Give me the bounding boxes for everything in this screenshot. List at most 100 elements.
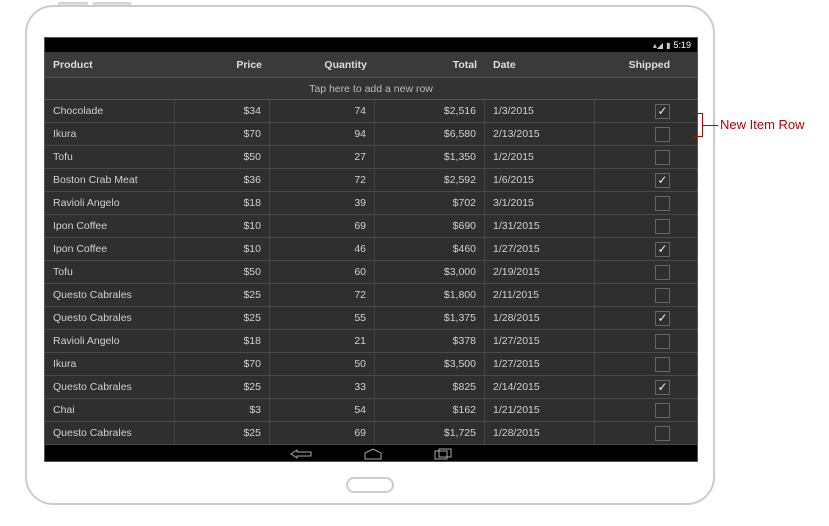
checkbox-empty-icon[interactable]: [655, 219, 670, 234]
cell-price[interactable]: $50: [175, 146, 270, 168]
cell-product[interactable]: Ravioli Angelo: [45, 330, 175, 352]
cell-price[interactable]: $10: [175, 215, 270, 237]
cell-shipped[interactable]: ✓: [595, 376, 690, 398]
cell-product[interactable]: Tofu: [45, 261, 175, 283]
cell-price[interactable]: $36: [175, 169, 270, 191]
cell-total[interactable]: $3,500: [375, 353, 485, 375]
checkmark-icon[interactable]: ✓: [655, 380, 670, 395]
cell-product[interactable]: Questo Cabrales: [45, 307, 175, 329]
cell-shipped[interactable]: [595, 123, 690, 145]
cell-price[interactable]: $70: [175, 123, 270, 145]
cell-shipped[interactable]: [595, 353, 690, 375]
cell-total[interactable]: $1,725: [375, 422, 485, 444]
table-row[interactable]: Ikura$7094$6,5802/13/2015: [45, 123, 697, 146]
cell-product[interactable]: Chai: [45, 399, 175, 421]
header-date[interactable]: Date: [485, 59, 595, 71]
cell-shipped[interactable]: [595, 192, 690, 214]
table-row[interactable]: Questo Cabrales$2533$8252/14/2015✓: [45, 376, 697, 399]
cell-date[interactable]: 1/21/2015: [485, 399, 595, 421]
cell-shipped[interactable]: [595, 422, 690, 444]
cell-date[interactable]: 2/11/2015: [485, 284, 595, 306]
table-row[interactable]: Questo Cabrales$2572$1,8002/11/2015: [45, 284, 697, 307]
cell-total[interactable]: $1,800: [375, 284, 485, 306]
checkbox-empty-icon[interactable]: [655, 334, 670, 349]
cell-price[interactable]: $25: [175, 307, 270, 329]
cell-quantity[interactable]: 27: [270, 146, 375, 168]
cell-price[interactable]: $18: [175, 192, 270, 214]
cell-quantity[interactable]: 46: [270, 238, 375, 260]
checkbox-empty-icon[interactable]: [655, 196, 670, 211]
checkmark-icon[interactable]: ✓: [655, 242, 670, 257]
cell-quantity[interactable]: 69: [270, 422, 375, 444]
table-row[interactable]: Ikura$7050$3,5001/27/2015: [45, 353, 697, 376]
cell-shipped[interactable]: ✓: [595, 238, 690, 260]
checkbox-empty-icon[interactable]: [655, 403, 670, 418]
header-quantity[interactable]: Quantity: [270, 59, 375, 71]
cell-shipped[interactable]: [595, 215, 690, 237]
cell-shipped[interactable]: [595, 146, 690, 168]
cell-quantity[interactable]: 72: [270, 284, 375, 306]
cell-price[interactable]: $25: [175, 422, 270, 444]
cell-total[interactable]: $162: [375, 399, 485, 421]
cell-price[interactable]: $3: [175, 399, 270, 421]
cell-date[interactable]: 1/3/2015: [485, 100, 595, 122]
cell-price[interactable]: $25: [175, 376, 270, 398]
cell-price[interactable]: $10: [175, 238, 270, 260]
checkmark-icon[interactable]: ✓: [655, 173, 670, 188]
cell-total[interactable]: $3,000: [375, 261, 485, 283]
cell-date[interactable]: 1/28/2015: [485, 422, 595, 444]
cell-quantity[interactable]: 74: [270, 100, 375, 122]
cell-shipped[interactable]: [595, 330, 690, 352]
table-row[interactable]: Chai$354$1621/21/2015: [45, 399, 697, 422]
cell-date[interactable]: 1/27/2015: [485, 353, 595, 375]
cell-date[interactable]: 1/27/2015: [485, 330, 595, 352]
cell-total[interactable]: $378: [375, 330, 485, 352]
back-icon[interactable]: [290, 449, 312, 459]
cell-total[interactable]: $825: [375, 376, 485, 398]
checkbox-empty-icon[interactable]: [655, 426, 670, 441]
checkbox-empty-icon[interactable]: [655, 288, 670, 303]
cell-product[interactable]: Ipon Coffee: [45, 238, 175, 260]
cell-total[interactable]: $2,516: [375, 100, 485, 122]
cell-quantity[interactable]: 21: [270, 330, 375, 352]
cell-shipped[interactable]: [595, 399, 690, 421]
table-row[interactable]: Tofu$5060$3,0002/19/2015: [45, 261, 697, 284]
cell-product[interactable]: Questo Cabrales: [45, 376, 175, 398]
cell-date[interactable]: 1/28/2015: [485, 307, 595, 329]
cell-date[interactable]: 1/31/2015: [485, 215, 595, 237]
cell-quantity[interactable]: 54: [270, 399, 375, 421]
cell-quantity[interactable]: 69: [270, 215, 375, 237]
cell-product[interactable]: Ipon Coffee: [45, 215, 175, 237]
header-product[interactable]: Product: [45, 59, 175, 71]
cell-total[interactable]: $1,375: [375, 307, 485, 329]
checkbox-empty-icon[interactable]: [655, 265, 670, 280]
cell-price[interactable]: $50: [175, 261, 270, 283]
cell-total[interactable]: $2,592: [375, 169, 485, 191]
cell-product[interactable]: Tofu: [45, 146, 175, 168]
table-row[interactable]: Ipon Coffee$1046$4601/27/2015✓: [45, 238, 697, 261]
cell-quantity[interactable]: 94: [270, 123, 375, 145]
cell-shipped[interactable]: [595, 261, 690, 283]
cell-quantity[interactable]: 50: [270, 353, 375, 375]
cell-price[interactable]: $18: [175, 330, 270, 352]
table-row[interactable]: Boston Crab Meat$3672$2,5921/6/2015✓: [45, 169, 697, 192]
new-item-row[interactable]: Tap here to add a new row: [45, 78, 697, 100]
table-row[interactable]: Chocolade$3474$2,5161/3/2015✓: [45, 100, 697, 123]
recent-apps-icon[interactable]: [434, 448, 452, 460]
cell-total[interactable]: $460: [375, 238, 485, 260]
cell-product[interactable]: Questo Cabrales: [45, 284, 175, 306]
table-row[interactable]: Tofu$5027$1,3501/2/2015: [45, 146, 697, 169]
checkmark-icon[interactable]: ✓: [655, 311, 670, 326]
header-price[interactable]: Price: [175, 59, 270, 71]
cell-shipped[interactable]: ✓: [595, 169, 690, 191]
cell-quantity[interactable]: 60: [270, 261, 375, 283]
header-total[interactable]: Total: [375, 59, 485, 71]
checkbox-empty-icon[interactable]: [655, 357, 670, 372]
cell-price[interactable]: $70: [175, 353, 270, 375]
cell-quantity[interactable]: 33: [270, 376, 375, 398]
table-row[interactable]: Ipon Coffee$1069$6901/31/2015: [45, 215, 697, 238]
cell-date[interactable]: 3/1/2015: [485, 192, 595, 214]
table-row[interactable]: Ravioli Angelo$1821$3781/27/2015: [45, 330, 697, 353]
checkbox-empty-icon[interactable]: [655, 127, 670, 142]
header-shipped[interactable]: Shipped: [595, 59, 690, 71]
